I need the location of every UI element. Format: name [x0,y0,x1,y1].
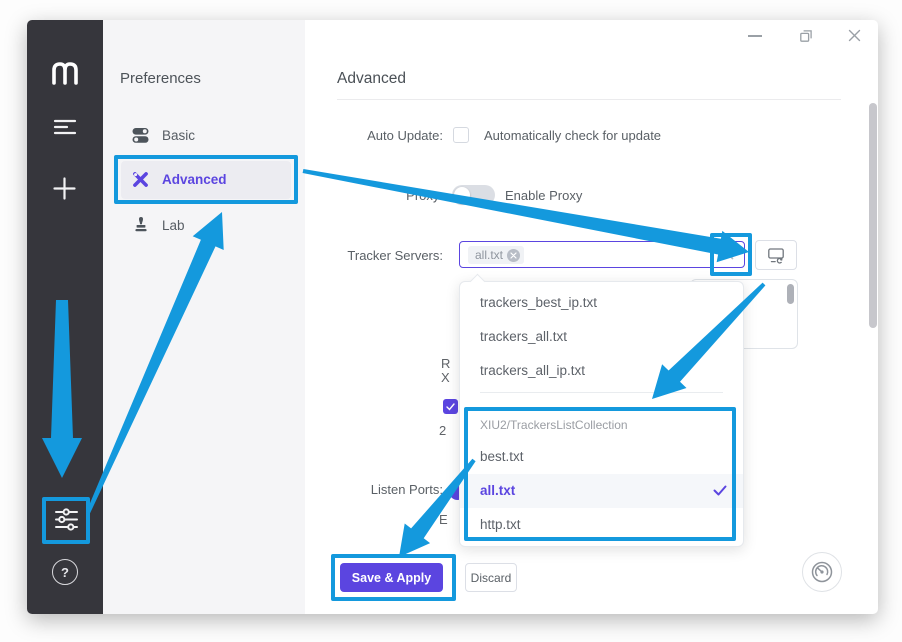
dropdown-item[interactable]: trackers_all_ip.txt [460,354,743,388]
auto-update-checkbox[interactable] [453,127,469,143]
auto-update-label: Auto Update: [300,128,443,143]
obscured-text-fragment: R [441,356,450,371]
add-task-icon[interactable] [53,177,76,200]
dropdown-item[interactable]: trackers_best_ip.txt [460,286,743,320]
annotation-box-advanced-nav [114,155,298,204]
tag-remove-icon[interactable] [507,249,520,262]
proxy-label: Proxy: [300,188,443,203]
page-title: Advanced [337,70,406,88]
lab-icon [133,216,149,233]
listen-ports-label: Listen Ports: [300,482,443,497]
close-icon[interactable] [847,28,862,43]
selected-tag: all.txt [468,246,524,264]
proxy-option: Enable Proxy [505,188,582,203]
textarea-scrollbar-thumb[interactable] [787,284,794,304]
annotation-box-preferences-icon [42,497,90,544]
preferences-nav-panel [103,20,305,614]
sidebar-item-basic[interactable]: Basic [114,120,294,152]
maximize-icon[interactable] [799,29,813,43]
annotation-box-tracker-group [464,407,736,541]
sidebar-item-label: Lab [162,218,185,233]
discard-button[interactable]: Discard [465,563,517,592]
screenshot-stage: ? Preferences Basic Advanced Lab Advance… [0,0,902,642]
tracker-servers-select[interactable]: all.txt [459,241,745,268]
toggle-knob [454,187,470,203]
tracker-servers-label: Tracker Servers: [300,248,443,263]
nav-title: Preferences [120,70,201,87]
task-list-icon[interactable] [53,117,77,137]
dropdown-divider [480,392,723,393]
speed-gauge-button[interactable] [802,552,842,592]
proxy-toggle[interactable] [452,185,495,205]
help-icon[interactable]: ? [52,559,78,585]
sync-trackers-button[interactable] [755,240,797,270]
obscured-text-fragment: 2 [439,423,446,438]
title-divider [337,99,841,100]
main-scrollbar-thumb[interactable] [869,103,877,328]
sidebar-item-lab[interactable]: Lab [114,210,294,242]
help-glyph: ? [61,565,69,580]
gauge-icon [809,559,835,585]
minimize-button[interactable] [748,35,762,37]
auto-update-option[interactable]: Automatically check for update [484,128,661,143]
dropdown-item[interactable]: trackers_all.txt [460,320,743,354]
sync-icon [767,247,785,264]
annotation-box-save-button [331,554,456,601]
motrix-logo-icon [50,61,80,85]
toggles-icon [132,127,149,144]
obscured-text-fragment: X [441,370,450,385]
sidebar-item-label: Basic [162,128,195,143]
obscured-checked-checkbox [443,399,458,414]
tag-label: all.txt [475,248,503,262]
annotation-box-chevron [710,233,752,276]
obscured-text-fragment: E [439,512,448,527]
